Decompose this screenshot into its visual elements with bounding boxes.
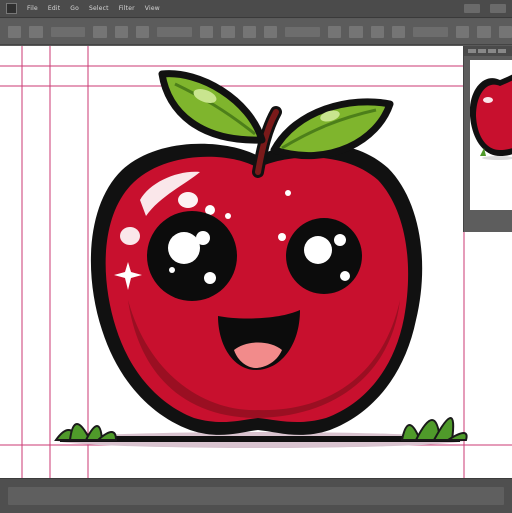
window-control-button[interactable] — [490, 4, 506, 13]
tool-button[interactable] — [242, 25, 256, 38]
menu-go[interactable]: Go — [70, 5, 79, 12]
tool-button[interactable] — [349, 25, 363, 38]
tool-button[interactable] — [477, 25, 491, 38]
apple-thumbnail-icon — [470, 74, 512, 160]
tool-button[interactable] — [392, 25, 406, 38]
tool-option-field[interactable] — [413, 26, 448, 37]
tool-button[interactable] — [221, 25, 235, 38]
tool-button[interactable] — [8, 25, 22, 38]
tool-button[interactable] — [136, 25, 150, 38]
tool-button[interactable] — [199, 25, 214, 38]
options-toolbar — [0, 19, 512, 45]
menu-view[interactable]: View — [145, 5, 160, 12]
status-bar — [0, 478, 512, 513]
right-eye — [286, 218, 362, 294]
tool-button[interactable] — [29, 25, 43, 38]
tool-button[interactable] — [498, 25, 512, 38]
tool-button[interactable] — [455, 25, 470, 38]
menu-bar: File Edit Go Select Filter View — [0, 0, 512, 18]
document-canvas[interactable] — [0, 46, 512, 478]
timeline-bar[interactable] — [8, 487, 504, 505]
navigator-preview[interactable] — [470, 60, 512, 210]
tool-option-field[interactable] — [157, 26, 192, 37]
grass-left-icon — [54, 423, 118, 441]
tool-button[interactable] — [264, 25, 278, 38]
app-logo-icon[interactable] — [6, 3, 17, 14]
navigator-panel — [463, 46, 512, 232]
tool-option-field[interactable] — [50, 26, 86, 37]
menu-filter[interactable]: Filter — [119, 5, 135, 12]
grass-right-icon — [400, 417, 468, 441]
tool-button[interactable] — [114, 25, 128, 38]
tool-button[interactable] — [93, 25, 107, 38]
menu-file[interactable]: File — [27, 5, 38, 12]
menu-edit[interactable]: Edit — [48, 5, 60, 12]
tool-button[interactable] — [370, 25, 384, 38]
window-control-button[interactable] — [464, 4, 480, 13]
navigator-tabs[interactable] — [464, 46, 512, 56]
ground-line — [60, 436, 460, 442]
left-eye — [147, 211, 237, 301]
apple-illustration — [0, 46, 512, 478]
tool-button[interactable] — [327, 25, 342, 38]
tool-option-field[interactable] — [285, 26, 320, 37]
menu-select[interactable]: Select — [89, 5, 109, 12]
